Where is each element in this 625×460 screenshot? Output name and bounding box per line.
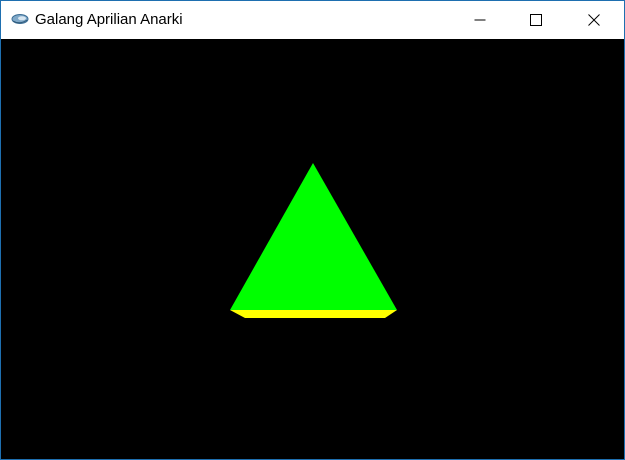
minimize-button[interactable] (457, 1, 503, 39)
minimize-icon (474, 19, 486, 21)
maximize-icon (530, 14, 542, 26)
close-button[interactable] (571, 1, 617, 39)
window-title: Galang Aprilian Anarki (35, 11, 183, 28)
maximize-button[interactable] (513, 1, 559, 39)
pyramid-base (230, 310, 397, 318)
app-logo-icon (11, 14, 29, 24)
app-window: Galang Aprilian Anarki (0, 0, 625, 460)
close-icon (588, 14, 600, 26)
render-canvas[interactable] (1, 39, 624, 459)
title-bar[interactable]: Galang Aprilian Anarki (1, 1, 624, 39)
